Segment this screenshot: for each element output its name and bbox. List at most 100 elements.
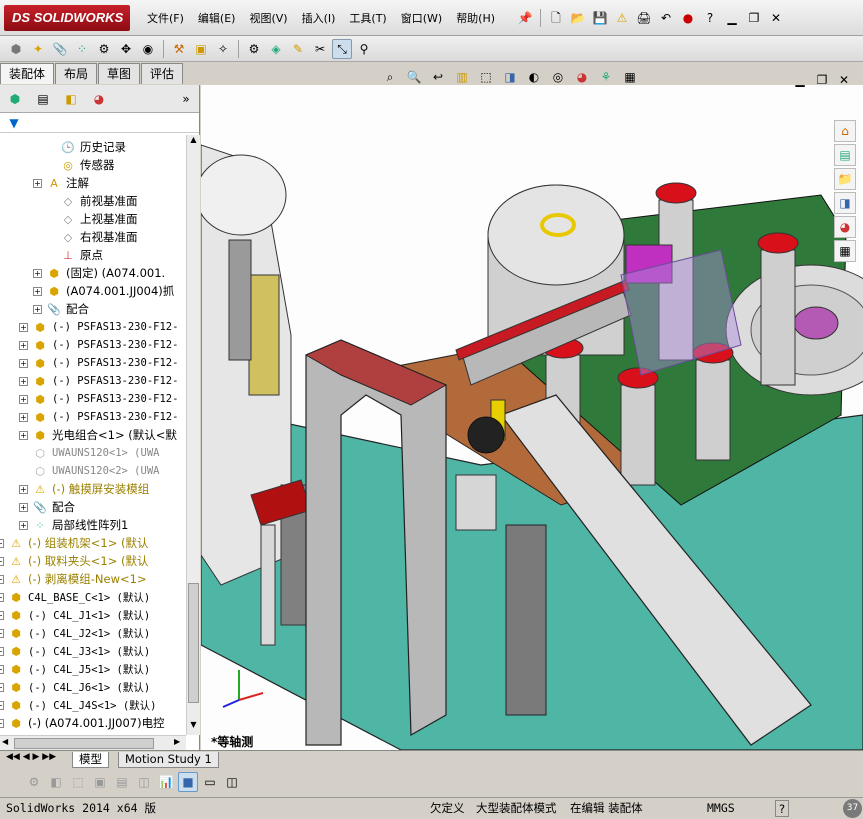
- tree-item[interactable]: + 📎 配合: [19, 498, 75, 516]
- rebuild-icon[interactable]: ⚙: [24, 772, 44, 792]
- viewport-restore-icon[interactable]: ❐: [812, 70, 832, 90]
- tree-item[interactable]: + ⬢ 光电组合<1> (默认<默: [19, 426, 177, 444]
- tree-item[interactable]: + ⬢ (-) C4L_J3<1> (默认): [0, 642, 150, 660]
- file-explorer-icon[interactable]: 📁: [834, 168, 856, 190]
- minimize-icon[interactable]: ▁: [722, 8, 742, 28]
- status-badge[interactable]: 37: [843, 799, 862, 818]
- tree-item[interactable]: + ⚠ (-) 触摸屏安装模组: [19, 480, 149, 498]
- expand-panel-icon[interactable]: »: [176, 89, 196, 109]
- expand-toggle-icon[interactable]: +: [0, 700, 4, 710]
- expand-toggle-icon[interactable]: +: [19, 502, 28, 512]
- tab-model[interactable]: 模型: [72, 752, 109, 768]
- graphics-area[interactable]: *等轴测: [201, 85, 863, 750]
- expand-toggle-icon[interactable]: +: [19, 340, 28, 350]
- view-settings-icon[interactable]: ▦: [620, 67, 640, 87]
- scroll-thumb[interactable]: [188, 583, 199, 703]
- pin-icon[interactable]: 📌: [515, 8, 535, 28]
- status-help-icon[interactable]: ?: [775, 800, 789, 817]
- chart-icon[interactable]: 📊: [156, 772, 176, 792]
- vertical-scrollbar[interactable]: ▲ ▼: [186, 135, 200, 735]
- menu-edit[interactable]: 编辑(E): [191, 8, 243, 30]
- tree-item[interactable]: ⊥ 原点: [60, 246, 103, 264]
- new-motion-study-icon[interactable]: ✧: [213, 39, 233, 59]
- hidden-lines-icon[interactable]: ▣: [90, 772, 110, 792]
- h-scroll-thumb[interactable]: [14, 738, 154, 749]
- expand-toggle-icon[interactable]: +: [0, 646, 4, 656]
- tree-item[interactable]: + ⬢ (-) C4L_J6<1> (默认): [0, 678, 150, 696]
- horizontal-scrollbar[interactable]: ◀ ▶: [0, 735, 186, 751]
- exploded-view-icon[interactable]: ◈: [266, 39, 286, 59]
- menu-window[interactable]: 窗口(W): [394, 8, 449, 30]
- mate-icon[interactable]: 📎: [50, 39, 70, 59]
- tree-item[interactable]: ⬡ UWAUNS120<1> (UWA: [32, 444, 159, 462]
- undo-icon[interactable]: ↶: [656, 8, 676, 28]
- close-icon[interactable]: ✕: [766, 8, 786, 28]
- tree-item[interactable]: ⬡ UWAUNS120<2> (UWA: [32, 462, 159, 480]
- zoom-to-area-icon[interactable]: 🔍: [404, 67, 424, 87]
- tab-nav-icons[interactable]: ◀◀ ◀ ▶ ▶▶: [6, 752, 56, 762]
- home-icon[interactable]: ⌂: [834, 120, 856, 142]
- status-units[interactable]: MMGS: [705, 800, 737, 817]
- expand-toggle-icon[interactable]: +: [19, 484, 28, 494]
- tree-item[interactable]: + ⬢ (-) PSFAS13-230-F12-: [19, 408, 178, 426]
- tab-motion-study[interactable]: Motion Study 1: [118, 752, 219, 768]
- tree-item[interactable]: + ⬢ (-) PSFAS13-230-F12-: [19, 372, 178, 390]
- expand-toggle-icon[interactable]: +: [33, 268, 42, 278]
- expand-toggle-icon[interactable]: +: [0, 556, 4, 566]
- expand-toggle-icon[interactable]: +: [0, 574, 4, 584]
- zoom-to-fit-icon[interactable]: ⌕: [380, 67, 400, 87]
- expand-toggle-icon[interactable]: +: [0, 610, 4, 620]
- display-manager-icon[interactable]: ◕: [89, 89, 109, 109]
- two-view-icon[interactable]: ◫: [222, 772, 242, 792]
- tab-assembly[interactable]: 装配体: [0, 63, 55, 84]
- display-icon[interactable]: ▤: [112, 772, 132, 792]
- dynamic-annotation-icon[interactable]: ⬚: [476, 67, 496, 87]
- menu-file[interactable]: 文件(F): [140, 8, 191, 30]
- expand-toggle-icon[interactable]: +: [19, 430, 28, 440]
- menu-help[interactable]: 帮助(H): [449, 8, 502, 30]
- assembly-model[interactable]: [201, 85, 863, 750]
- view-palette-icon[interactable]: ◨: [834, 192, 856, 214]
- appearances-icon[interactable]: ◕: [834, 216, 856, 238]
- expand-toggle-icon[interactable]: +: [0, 592, 4, 602]
- move-component-icon[interactable]: ✥: [116, 39, 136, 59]
- tree-item[interactable]: ◇ 前视基准面: [60, 192, 138, 210]
- expand-toggle-icon[interactable]: +: [0, 628, 4, 638]
- menu-tools[interactable]: 工具(T): [342, 8, 393, 30]
- tree-item[interactable]: + ⬢ (A074.001.JJ004)抓: [33, 282, 174, 300]
- expand-toggle-icon[interactable]: +: [19, 376, 28, 386]
- tree-item[interactable]: + ⬢ (-) PSFAS13-230-F12-: [19, 336, 178, 354]
- traffic-light-icon[interactable]: ●: [678, 8, 698, 28]
- tree-item[interactable]: + ⬢ (-) C4L_J5<1> (默认): [0, 660, 150, 678]
- expand-toggle-icon[interactable]: +: [33, 286, 42, 296]
- single-view-icon[interactable]: ▭: [200, 772, 220, 792]
- take-snapshot-icon[interactable]: ⚲: [354, 39, 374, 59]
- wireframe-icon[interactable]: ⬚: [68, 772, 88, 792]
- tree-item[interactable]: + 📎 配合: [33, 300, 89, 318]
- reference-geometry-icon[interactable]: ▣: [191, 39, 211, 59]
- expand-toggle-icon[interactable]: +: [0, 538, 4, 548]
- configuration-manager-icon[interactable]: ◧: [61, 89, 81, 109]
- tree-item[interactable]: + ⚠ (-) 取料夹头<1> (默认: [0, 552, 149, 570]
- tree-item[interactable]: + ⬢ (-) PSFAS13-230-F12-: [19, 318, 178, 336]
- expand-toggle-icon[interactable]: +: [0, 664, 4, 674]
- warning-icon[interactable]: ⚠: [612, 8, 632, 28]
- tree-item[interactable]: + ⬢ C4L_BASE_C<1> (默认): [0, 588, 150, 606]
- custom-properties-icon[interactable]: ▦: [834, 240, 856, 262]
- linear-pattern-icon[interactable]: ⁘: [72, 39, 92, 59]
- tree-item[interactable]: + ⁘ 局部线性阵列1: [19, 516, 128, 534]
- status-large-assembly[interactable]: 大型装配体模式: [474, 800, 559, 817]
- instant3d-icon[interactable]: ✂: [310, 39, 330, 59]
- tree-item[interactable]: + A 注解: [33, 174, 89, 192]
- display-style-icon[interactable]: ◐: [524, 67, 544, 87]
- feature-tree-icon[interactable]: ⬢: [5, 89, 25, 109]
- menu-insert[interactable]: 插入(I): [295, 8, 343, 30]
- viewport-minimize-icon[interactable]: ▁: [790, 70, 810, 90]
- assembly-features-icon[interactable]: ⚒: [169, 39, 189, 59]
- bill-of-materials-icon[interactable]: ⚙: [244, 39, 264, 59]
- expand-toggle-icon[interactable]: +: [19, 358, 28, 368]
- tree-item[interactable]: ◇ 上视基准面: [60, 210, 138, 228]
- tree-item[interactable]: 🕒 历史记录: [60, 138, 126, 156]
- scroll-up-icon[interactable]: ▲: [188, 135, 199, 147]
- tab-sketch[interactable]: 草图: [98, 63, 141, 84]
